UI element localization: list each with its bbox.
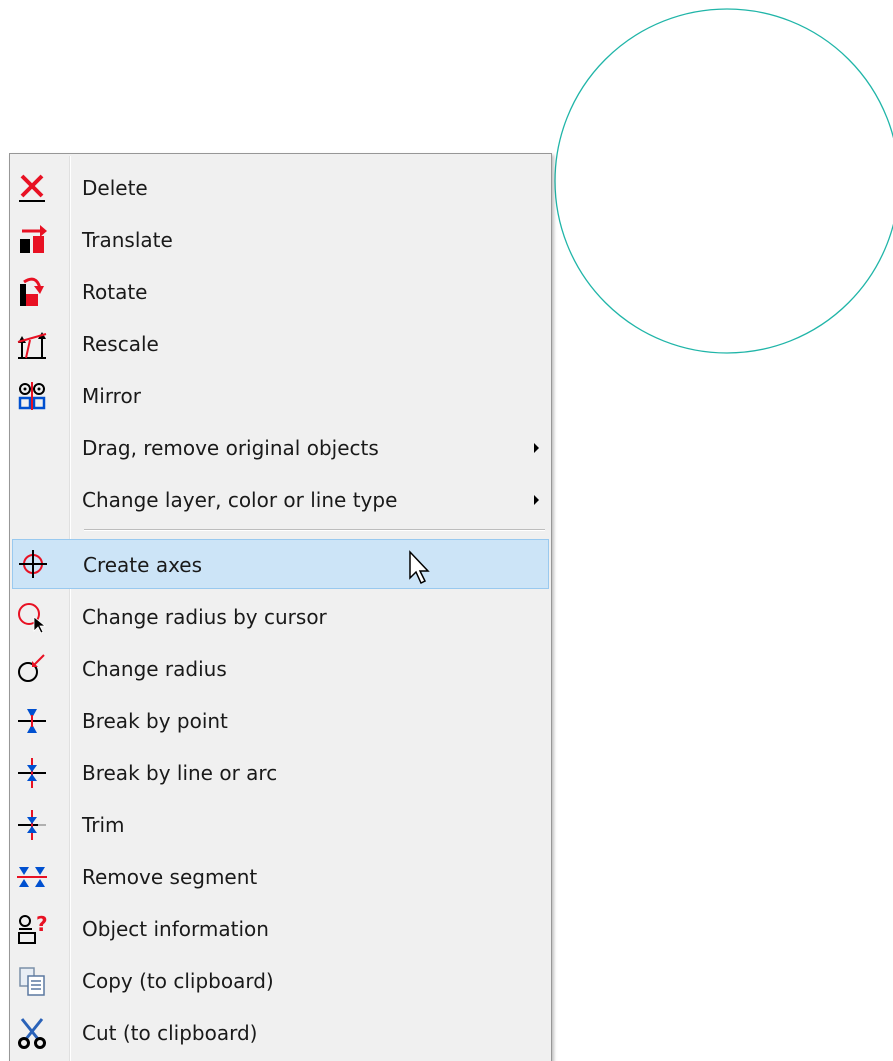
svg-text:?: ? <box>36 913 48 936</box>
menu-item-translate[interactable]: Translate <box>12 216 549 264</box>
context-menu: Delete Translate Rotate Rescale Mirror D… <box>9 153 552 1061</box>
menu-item-label: Cut (to clipboard) <box>82 1021 258 1045</box>
menu-item-label: Remove segment <box>82 865 258 889</box>
mirror-icon <box>18 382 46 410</box>
menu-item-object-information[interactable]: ? Object information <box>12 905 549 953</box>
break-line-icon <box>18 758 46 788</box>
menu-item-label: Translate <box>82 228 173 252</box>
menu-item-mirror[interactable]: Mirror <box>12 372 549 420</box>
copy-icon <box>19 967 45 996</box>
object-info-icon: ? <box>18 913 48 944</box>
menu-item-trim[interactable]: Trim <box>12 801 549 849</box>
menu-item-label: Break by line or arc <box>82 761 278 785</box>
circle-object[interactable] <box>554 8 893 354</box>
menu-item-label: Delete <box>82 176 148 200</box>
remove-segment-icon <box>17 867 47 887</box>
rescale-icon <box>17 332 47 359</box>
submenu-arrow-icon <box>534 495 539 505</box>
menu-item-change-radius-cursor[interactable]: Change radius by cursor <box>12 593 549 641</box>
cut-scissors-icon <box>18 1018 46 1049</box>
menu-item-label: Drag, remove original objects <box>82 436 379 460</box>
menu-item-rotate[interactable]: Rotate <box>12 268 549 316</box>
menu-separator <box>84 529 545 531</box>
menu-item-change-radius[interactable]: Change radius <box>12 645 549 693</box>
menu-item-label: Mirror <box>82 384 141 408</box>
break-point-icon <box>18 709 46 733</box>
submenu-arrow-icon <box>534 443 539 453</box>
menu-item-remove-segment[interactable]: Remove segment <box>12 853 549 901</box>
menu-item-delete[interactable]: Delete <box>12 164 549 212</box>
menu-item-label: Trim <box>82 813 125 837</box>
drawing-canvas[interactable]: Delete Translate Rotate Rescale Mirror D… <box>0 0 893 1061</box>
menu-item-label: Break by point <box>82 709 228 733</box>
menu-item-label: Copy (to clipboard) <box>82 969 274 993</box>
change-radius-icon <box>18 654 45 682</box>
menu-item-cut[interactable]: Cut (to clipboard) <box>12 1009 549 1057</box>
menu-item-label: Rotate <box>82 280 148 304</box>
menu-item-change-layer[interactable]: Change layer, color or line type <box>12 476 549 524</box>
menu-item-copy[interactable]: Copy (to clipboard) <box>12 957 549 1005</box>
menu-item-label: Change radius by cursor <box>82 605 327 629</box>
menu-item-label: Object information <box>82 917 269 941</box>
menu-item-label: Change layer, color or line type <box>82 488 398 512</box>
menu-item-break-by-line[interactable]: Break by line or arc <box>12 749 549 797</box>
menu-item-label: Create axes <box>83 553 203 577</box>
menu-item-label: Rescale <box>82 332 159 356</box>
radius-cursor-icon <box>18 603 47 633</box>
rotate-icon <box>20 277 44 306</box>
menu-item-break-by-point[interactable]: Break by point <box>12 697 549 745</box>
menu-item-rescale[interactable]: Rescale <box>12 320 549 368</box>
trim-icon <box>18 810 46 840</box>
menu-item-create-axes[interactable]: Create axes <box>12 539 549 589</box>
menu-item-label: Change radius <box>82 657 227 681</box>
delete-x-icon <box>19 174 45 202</box>
mouse-pointer-icon <box>409 550 430 585</box>
crosshair-axes-icon <box>19 550 47 578</box>
translate-icon <box>20 225 47 253</box>
menu-item-drag-remove-original[interactable]: Drag, remove original objects <box>12 424 549 472</box>
